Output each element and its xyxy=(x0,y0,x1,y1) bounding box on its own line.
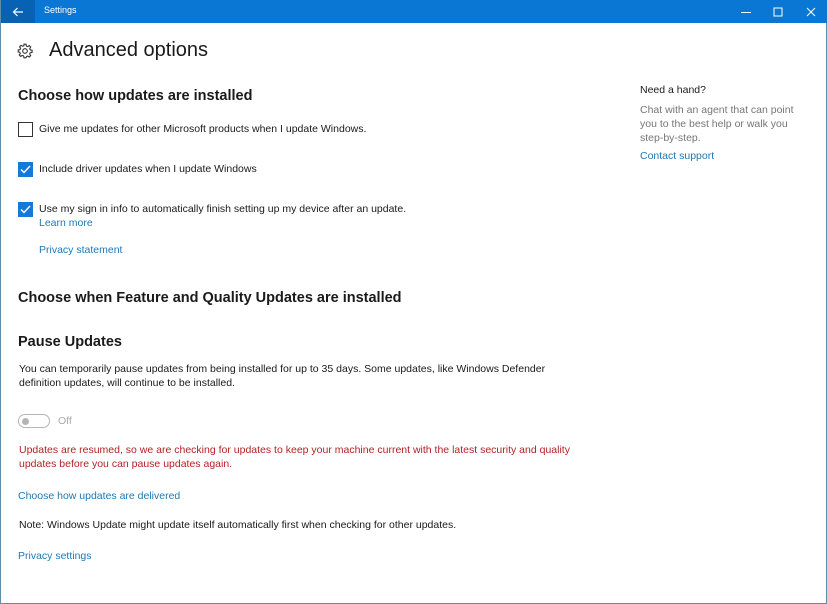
resume-warning: Updates are resumed, so we are checking … xyxy=(19,443,570,471)
pause-description-line: definition updates, will continue to be … xyxy=(19,377,235,389)
page-title: Advanced options xyxy=(49,39,209,61)
checkbox-driver-updates[interactable]: Include driver updates when I update Win… xyxy=(18,162,257,177)
window-title: Settings xyxy=(44,5,77,15)
checkmark-icon xyxy=(20,165,31,174)
pause-description: You can temporarily pause updates from b… xyxy=(19,362,545,390)
checkbox-sign-in-info[interactable]: Use my sign in info to automatically fin… xyxy=(18,202,406,217)
minimize-icon xyxy=(741,11,751,13)
toggle-state-label: Off xyxy=(58,415,72,427)
privacy-settings-link[interactable]: Privacy settings xyxy=(18,550,92,562)
gear-icon xyxy=(17,43,33,58)
warning-line: Updates are resumed, so we are checking … xyxy=(19,444,570,456)
title-bar: Settings xyxy=(1,0,827,23)
help-title: Need a hand? xyxy=(640,84,706,96)
checkbox-label: Include driver updates when I update Win… xyxy=(39,163,257,175)
warning-line: updates before you can pause updates aga… xyxy=(19,458,233,470)
close-icon xyxy=(806,7,816,16)
pause-section-heading: Pause Updates xyxy=(18,334,122,350)
checkbox-label: Use my sign in info to automatically fin… xyxy=(39,203,407,215)
pause-description-line: You can temporarily pause updates from b… xyxy=(19,363,546,375)
checkbox-other-products[interactable]: Give me updates for other Microsoft prod… xyxy=(18,122,366,137)
checkbox-unchecked[interactable] xyxy=(18,122,33,137)
help-description: Chat with an agent that can point you to… xyxy=(640,104,794,144)
settings-window: Settings Advanced options Choose how upd… xyxy=(0,0,827,604)
privacy-statement-link[interactable]: Privacy statement xyxy=(39,244,122,256)
checkbox-checked[interactable] xyxy=(18,202,33,217)
checkbox-checked[interactable] xyxy=(18,162,33,177)
arrow-left-icon xyxy=(12,7,23,16)
when-section-heading: Choose when Feature and Quality Updates … xyxy=(18,290,402,306)
delivery-options-link[interactable]: Choose how updates are delivered xyxy=(18,490,180,502)
back-button[interactable] xyxy=(1,0,35,23)
maximize-icon xyxy=(773,7,783,16)
contact-support-link[interactable]: Contact support xyxy=(640,150,714,162)
toggle-knob xyxy=(22,417,29,425)
close-button[interactable] xyxy=(794,0,827,23)
minimize-button[interactable] xyxy=(729,0,763,23)
learn-more-link[interactable]: Learn more xyxy=(39,217,93,229)
install-section-heading: Choose how updates are installed xyxy=(18,88,253,104)
pause-updates-toggle[interactable] xyxy=(18,414,50,428)
page-header: Advanced options xyxy=(17,39,208,62)
windows-update-note: Note: Windows Update might update itself… xyxy=(19,519,457,531)
maximize-button[interactable] xyxy=(761,0,795,23)
checkmark-icon xyxy=(20,205,31,214)
checkbox-label: Give me updates for other Microsoft prod… xyxy=(39,123,367,135)
